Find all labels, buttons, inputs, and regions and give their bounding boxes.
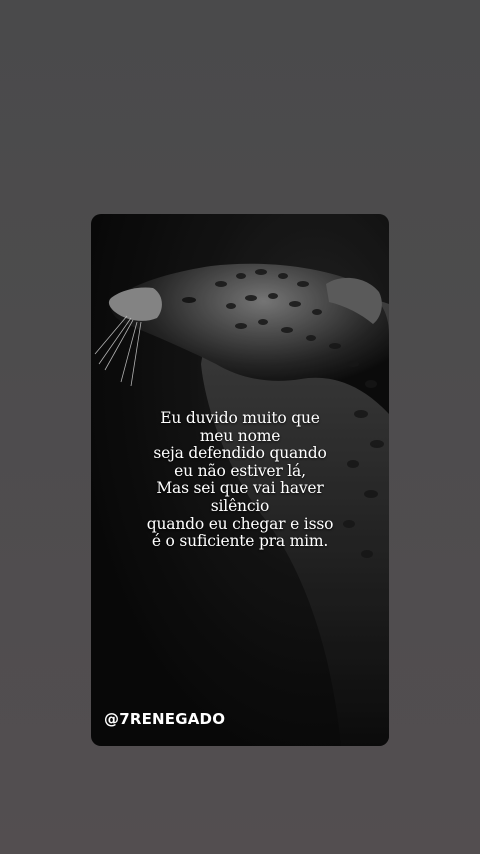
quote-line: é o suficiente pra mim. [151, 532, 329, 551]
quote-line: seja defendido quando [153, 444, 327, 463]
quote-line: quando eu chegar e isso [146, 514, 334, 533]
quote-line: meu nome [199, 426, 281, 445]
quote-line: eu não estiver lá, [174, 461, 306, 480]
story-card[interactable]: Eu duvido muito que meu nome seja defend… [91, 214, 389, 746]
quote-line: silêncio [210, 496, 270, 515]
quote-line: Mas sei que vai haver [156, 479, 324, 498]
quote-line: Eu duvido muito que [160, 409, 320, 427]
quote-text: Eu duvido muito que meu nome seja defend… [91, 409, 389, 551]
author-handle[interactable]: @7RENEGADO [104, 710, 225, 728]
